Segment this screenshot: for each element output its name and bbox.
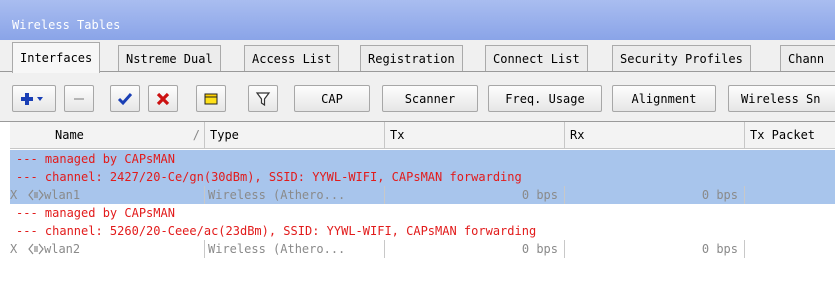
- button-label: CAP: [321, 91, 343, 106]
- column-header-type[interactable]: Type: [204, 122, 384, 149]
- disabled-flag: X: [10, 188, 18, 202]
- tab-interfaces[interactable]: Interfaces: [12, 42, 101, 73]
- column-title: Tx Packet: [750, 128, 816, 142]
- comment-text: --- channel: 2427/20-Ce/gn(30dBm), SSID:…: [16, 170, 522, 184]
- rx-rate: 0 bps: [701, 242, 738, 256]
- column-header-tx[interactable]: Tx: [384, 122, 564, 149]
- tab-registration[interactable]: Registration: [360, 45, 463, 71]
- tab-security-profiles[interactable]: Security Profiles: [612, 45, 751, 71]
- alignment-button[interactable]: Alignment: [612, 85, 716, 112]
- add-plus-icon: [20, 91, 48, 107]
- tab-nstreme-dual[interactable]: Nstreme Dual: [118, 45, 221, 71]
- interfaces-table: Name / Type Tx Rx Tx Packet --- managed …: [0, 121, 835, 293]
- comment-button[interactable]: [196, 85, 226, 112]
- rx-rate: 0 bps: [701, 188, 738, 202]
- table-row-wlan2[interactable]: X wlan2 Wireless (Athero... 0 bps 0 bps: [10, 240, 835, 258]
- tab-label: Security Profiles: [620, 52, 743, 66]
- disabled-flag: X: [10, 242, 18, 256]
- column-header-tx-packet[interactable]: Tx Packet: [744, 122, 835, 149]
- interface-type: Wireless (Athero...: [208, 188, 346, 202]
- column-title: Type: [210, 128, 239, 142]
- comment-row[interactable]: --- managed by CAPsMAN: [10, 204, 835, 222]
- button-label: Scanner: [404, 91, 456, 106]
- tab-channels[interactable]: Chann: [780, 45, 835, 71]
- column-header-name[interactable]: Name /: [50, 122, 204, 149]
- cap-button[interactable]: CAP: [294, 85, 370, 112]
- column-title: Rx: [570, 128, 585, 142]
- interface-name: wlan2: [44, 242, 81, 256]
- tab-bar: Interfaces Nstreme Dual Access List Regi…: [0, 41, 835, 73]
- wireless-interface-icon: [28, 189, 44, 204]
- comment-text: --- managed by CAPsMAN: [16, 206, 175, 220]
- interface-type: Wireless (Athero...: [208, 242, 346, 256]
- column-title: Name: [55, 128, 84, 142]
- tab-label: Interfaces: [20, 51, 93, 65]
- enable-check-icon: [117, 91, 133, 107]
- window-title: Wireless Tables: [12, 18, 121, 32]
- toolbar: CAP Scanner Freq. Usage Alignment Wirele…: [0, 73, 835, 121]
- disable-x-icon: [155, 91, 171, 107]
- wireless-interface-icon: [28, 243, 44, 258]
- comment-row[interactable]: --- channel: 5260/20-Ceee/ac(23dBm), SSI…: [10, 222, 835, 240]
- sort-indicator-icon: /: [192, 128, 200, 142]
- comment-row[interactable]: --- managed by CAPsMAN: [10, 150, 835, 168]
- filter-funnel-icon: [255, 91, 271, 107]
- interface-name: wlan1: [44, 188, 81, 202]
- tab-label: Connect List: [493, 52, 580, 66]
- tab-connect-list[interactable]: Connect List: [485, 45, 588, 71]
- tab-label: Nstreme Dual: [126, 52, 213, 66]
- window-title-bar[interactable]: Wireless Tables: [0, 0, 835, 40]
- column-header-rx[interactable]: Rx: [564, 122, 744, 149]
- table-row-wlan1[interactable]: X wlan1 Wireless (Athero... 0 bps 0 bps: [10, 186, 835, 204]
- filter-button[interactable]: [248, 85, 278, 112]
- comment-note-icon: [203, 91, 219, 107]
- table-header: Name / Type Tx Rx Tx Packet: [10, 122, 835, 149]
- comment-text: --- channel: 5260/20-Ceee/ac(23dBm), SSI…: [16, 224, 537, 238]
- tab-label: Registration: [368, 52, 455, 66]
- wireless-sniffer-button[interactable]: Wireless Sn: [728, 85, 835, 112]
- disable-button[interactable]: [148, 85, 178, 112]
- wireless-tables-window: Wireless Tables Interfaces Nstreme Dual …: [0, 0, 835, 293]
- scanner-button[interactable]: Scanner: [382, 85, 478, 112]
- add-button[interactable]: [12, 85, 56, 112]
- button-label: Alignment: [631, 91, 697, 106]
- tab-label: Access List: [252, 52, 332, 66]
- tx-rate: 0 bps: [521, 242, 558, 256]
- remove-button[interactable]: [64, 85, 94, 112]
- remove-minus-icon: [71, 91, 87, 107]
- button-label: Wireless Sn: [741, 91, 821, 106]
- comment-row[interactable]: --- channel: 2427/20-Ce/gn(30dBm), SSID:…: [10, 168, 835, 186]
- tab-access-list[interactable]: Access List: [244, 45, 340, 71]
- freq-usage-button[interactable]: Freq. Usage: [488, 85, 602, 112]
- button-label: Freq. Usage: [505, 91, 585, 106]
- enable-button[interactable]: [110, 85, 140, 112]
- column-title: Tx: [390, 128, 405, 142]
- tx-rate: 0 bps: [521, 188, 558, 202]
- comment-text: --- managed by CAPsMAN: [16, 152, 175, 166]
- tab-label: Chann: [788, 52, 825, 66]
